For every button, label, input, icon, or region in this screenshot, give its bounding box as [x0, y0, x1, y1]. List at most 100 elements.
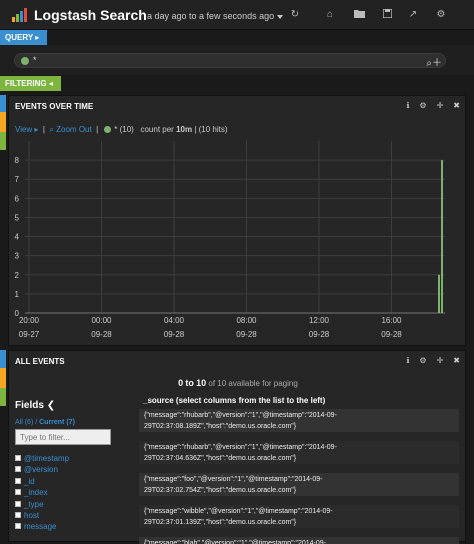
field-checkbox[interactable]	[15, 455, 21, 461]
gear-icon[interactable]: ⚙	[435, 9, 447, 21]
paging-info: 0 to 10 of 10 available for paging	[178, 378, 298, 388]
gear-icon[interactable]: ⚙	[419, 356, 426, 365]
top-nav-bar: Logstash Search a day ago to a few secon…	[0, 0, 474, 30]
fields-title: Fields ❮	[15, 400, 55, 411]
panel-icons: ℹ ⚙ ✛ ✖	[396, 101, 460, 110]
refresh-icon[interactable]: ↻	[289, 9, 301, 21]
fields-links: All (6) / Current (7)	[15, 419, 75, 426]
panel-title: EVENTS OVER TIME	[15, 102, 94, 111]
histogram-bar	[438, 274, 440, 313]
field-item[interactable]: message	[15, 521, 69, 532]
hits-label: (10 hits)	[198, 125, 228, 134]
field-checkbox[interactable]	[15, 500, 21, 507]
query-row: * ⌕＋	[0, 45, 474, 75]
chevron-left-icon[interactable]: ❮	[47, 400, 55, 411]
query-actions: ⌕＋	[426, 54, 442, 69]
filtering-tab[interactable]: FILTERING ◂	[0, 76, 61, 91]
field-list: @timestamp @version _id _index _type host mess…	[15, 453, 69, 533]
chevron-down-icon	[277, 14, 284, 19]
close-icon[interactable]: ✖	[453, 356, 460, 365]
move-icon[interactable]: ✛	[437, 101, 444, 110]
field-item[interactable]: _id	[15, 476, 69, 487]
x-tick-time-label: 16:00	[381, 316, 402, 325]
y-tick-label: 8	[15, 156, 20, 165]
timepicker-dropdown[interactable]: a day ago to a few seconds ago	[147, 11, 284, 21]
field-checkbox[interactable]	[15, 477, 21, 484]
field-item[interactable]: host	[15, 510, 69, 521]
field-name: _id	[24, 476, 35, 486]
field-name: @timestamp	[24, 454, 70, 463]
view-menu[interactable]: View ▸	[15, 125, 38, 134]
fields-title-label: Fields	[15, 400, 44, 411]
all-events-panel: ALL EVENTS ℹ ⚙ ✛ ✖ 0 to 10 of 10 available …	[8, 350, 466, 544]
zoom-out-button[interactable]: ⌕ Zoom Out	[49, 125, 91, 134]
source-column-header: _source (select columns from the list to…	[143, 396, 326, 405]
field-checkbox[interactable]	[15, 523, 21, 530]
field-checkbox[interactable]	[15, 466, 21, 473]
add-query-icon[interactable]: ＋	[432, 58, 442, 69]
query-text: *	[33, 55, 37, 65]
home-icon[interactable]: ⌂	[324, 9, 336, 21]
field-item[interactable]: @version	[15, 464, 69, 475]
all-fields-link[interactable]: All (6)	[15, 419, 33, 426]
close-icon[interactable]: ✖	[453, 101, 460, 110]
y-tick-label: 5	[15, 213, 20, 222]
x-tick-time-label: 08:00	[236, 316, 257, 325]
x-tick-date-label: 09-28	[164, 330, 185, 339]
chart-toolbar: View ▸ | ⌕ Zoom Out | * (10) count per 10…	[15, 125, 228, 134]
share-icon[interactable]: ↗	[407, 9, 419, 21]
x-tick-time-label: 04:00	[164, 316, 185, 325]
gear-icon[interactable]: ⚙	[419, 101, 426, 110]
event-document-list: {"message":"rhubarb","@version":"1","@ti…	[139, 409, 459, 544]
current-fields-link[interactable]: Current (7)	[39, 419, 75, 426]
field-name: _type	[24, 499, 44, 509]
event-document-row[interactable]: {"message":"blah","@version":"1","@times…	[139, 537, 459, 544]
query-input[interactable]: * ⌕＋	[14, 53, 446, 69]
legend-color-dot[interactable]	[104, 126, 112, 133]
event-document-row[interactable]: {"message":"wibble","@version":"1","@tim…	[139, 505, 459, 532]
folder-icon[interactable]	[353, 9, 365, 21]
row-stripe-blue	[0, 95, 6, 112]
query-color-dot[interactable]	[21, 57, 29, 65]
page-start: 0	[178, 378, 184, 388]
y-tick-label: 4	[15, 233, 20, 242]
page-total: of 10 available for paging	[208, 379, 298, 388]
event-document-row[interactable]: {"message":"foo","@version":"1","@timest…	[139, 473, 459, 500]
save-icon[interactable]	[381, 8, 393, 21]
y-tick-label: 3	[15, 252, 20, 261]
histogram-bar	[441, 160, 443, 313]
interval-value: 10m	[176, 125, 193, 134]
field-item[interactable]: @timestamp	[15, 453, 69, 464]
count-per-label: count per	[140, 125, 174, 134]
field-checkbox[interactable]	[15, 489, 21, 496]
move-icon[interactable]: ✛	[437, 356, 444, 365]
y-tick-label: 6	[15, 194, 20, 203]
x-tick-time-label: 20:00	[19, 316, 40, 325]
field-item[interactable]: _type	[15, 499, 69, 510]
row-stripe-green	[0, 132, 6, 150]
y-tick-label: 2	[15, 271, 20, 280]
field-item[interactable]: _index	[15, 487, 69, 498]
page-end: 10	[196, 378, 207, 388]
x-tick-date-label: 09-28	[236, 330, 257, 339]
histogram-chart: 01234567820:0009-2700:0009-2804:0009-280…	[15, 141, 445, 339]
panel-icons: ℹ ⚙ ✛ ✖	[396, 356, 460, 365]
magnifier-icon: ⌕	[49, 125, 54, 134]
info-icon[interactable]: ℹ	[406, 101, 409, 110]
event-document-row[interactable]: {"message":"rhubarb","@version":"1","@ti…	[139, 409, 459, 436]
field-filter-input[interactable]	[15, 429, 111, 445]
zoom-out-label: Zoom Out	[56, 125, 92, 134]
field-checkbox[interactable]	[15, 511, 21, 518]
x-tick-time-label: 00:00	[91, 316, 112, 325]
view-label: View	[15, 125, 33, 134]
field-name: @version	[24, 465, 58, 475]
query-tab[interactable]: QUERY ▸	[0, 30, 48, 45]
event-document-row[interactable]: {"message":"rhubarb","@version":"1","@ti…	[139, 441, 459, 468]
y-tick-label: 7	[15, 175, 20, 184]
field-name: message	[24, 522, 57, 532]
x-tick-time-label: 12:00	[309, 316, 330, 325]
x-tick-date-label: 09-27	[19, 330, 40, 339]
field-name: host	[24, 510, 40, 520]
info-icon[interactable]: ℹ	[406, 356, 409, 365]
x-tick-date-label: 09-28	[381, 330, 402, 339]
